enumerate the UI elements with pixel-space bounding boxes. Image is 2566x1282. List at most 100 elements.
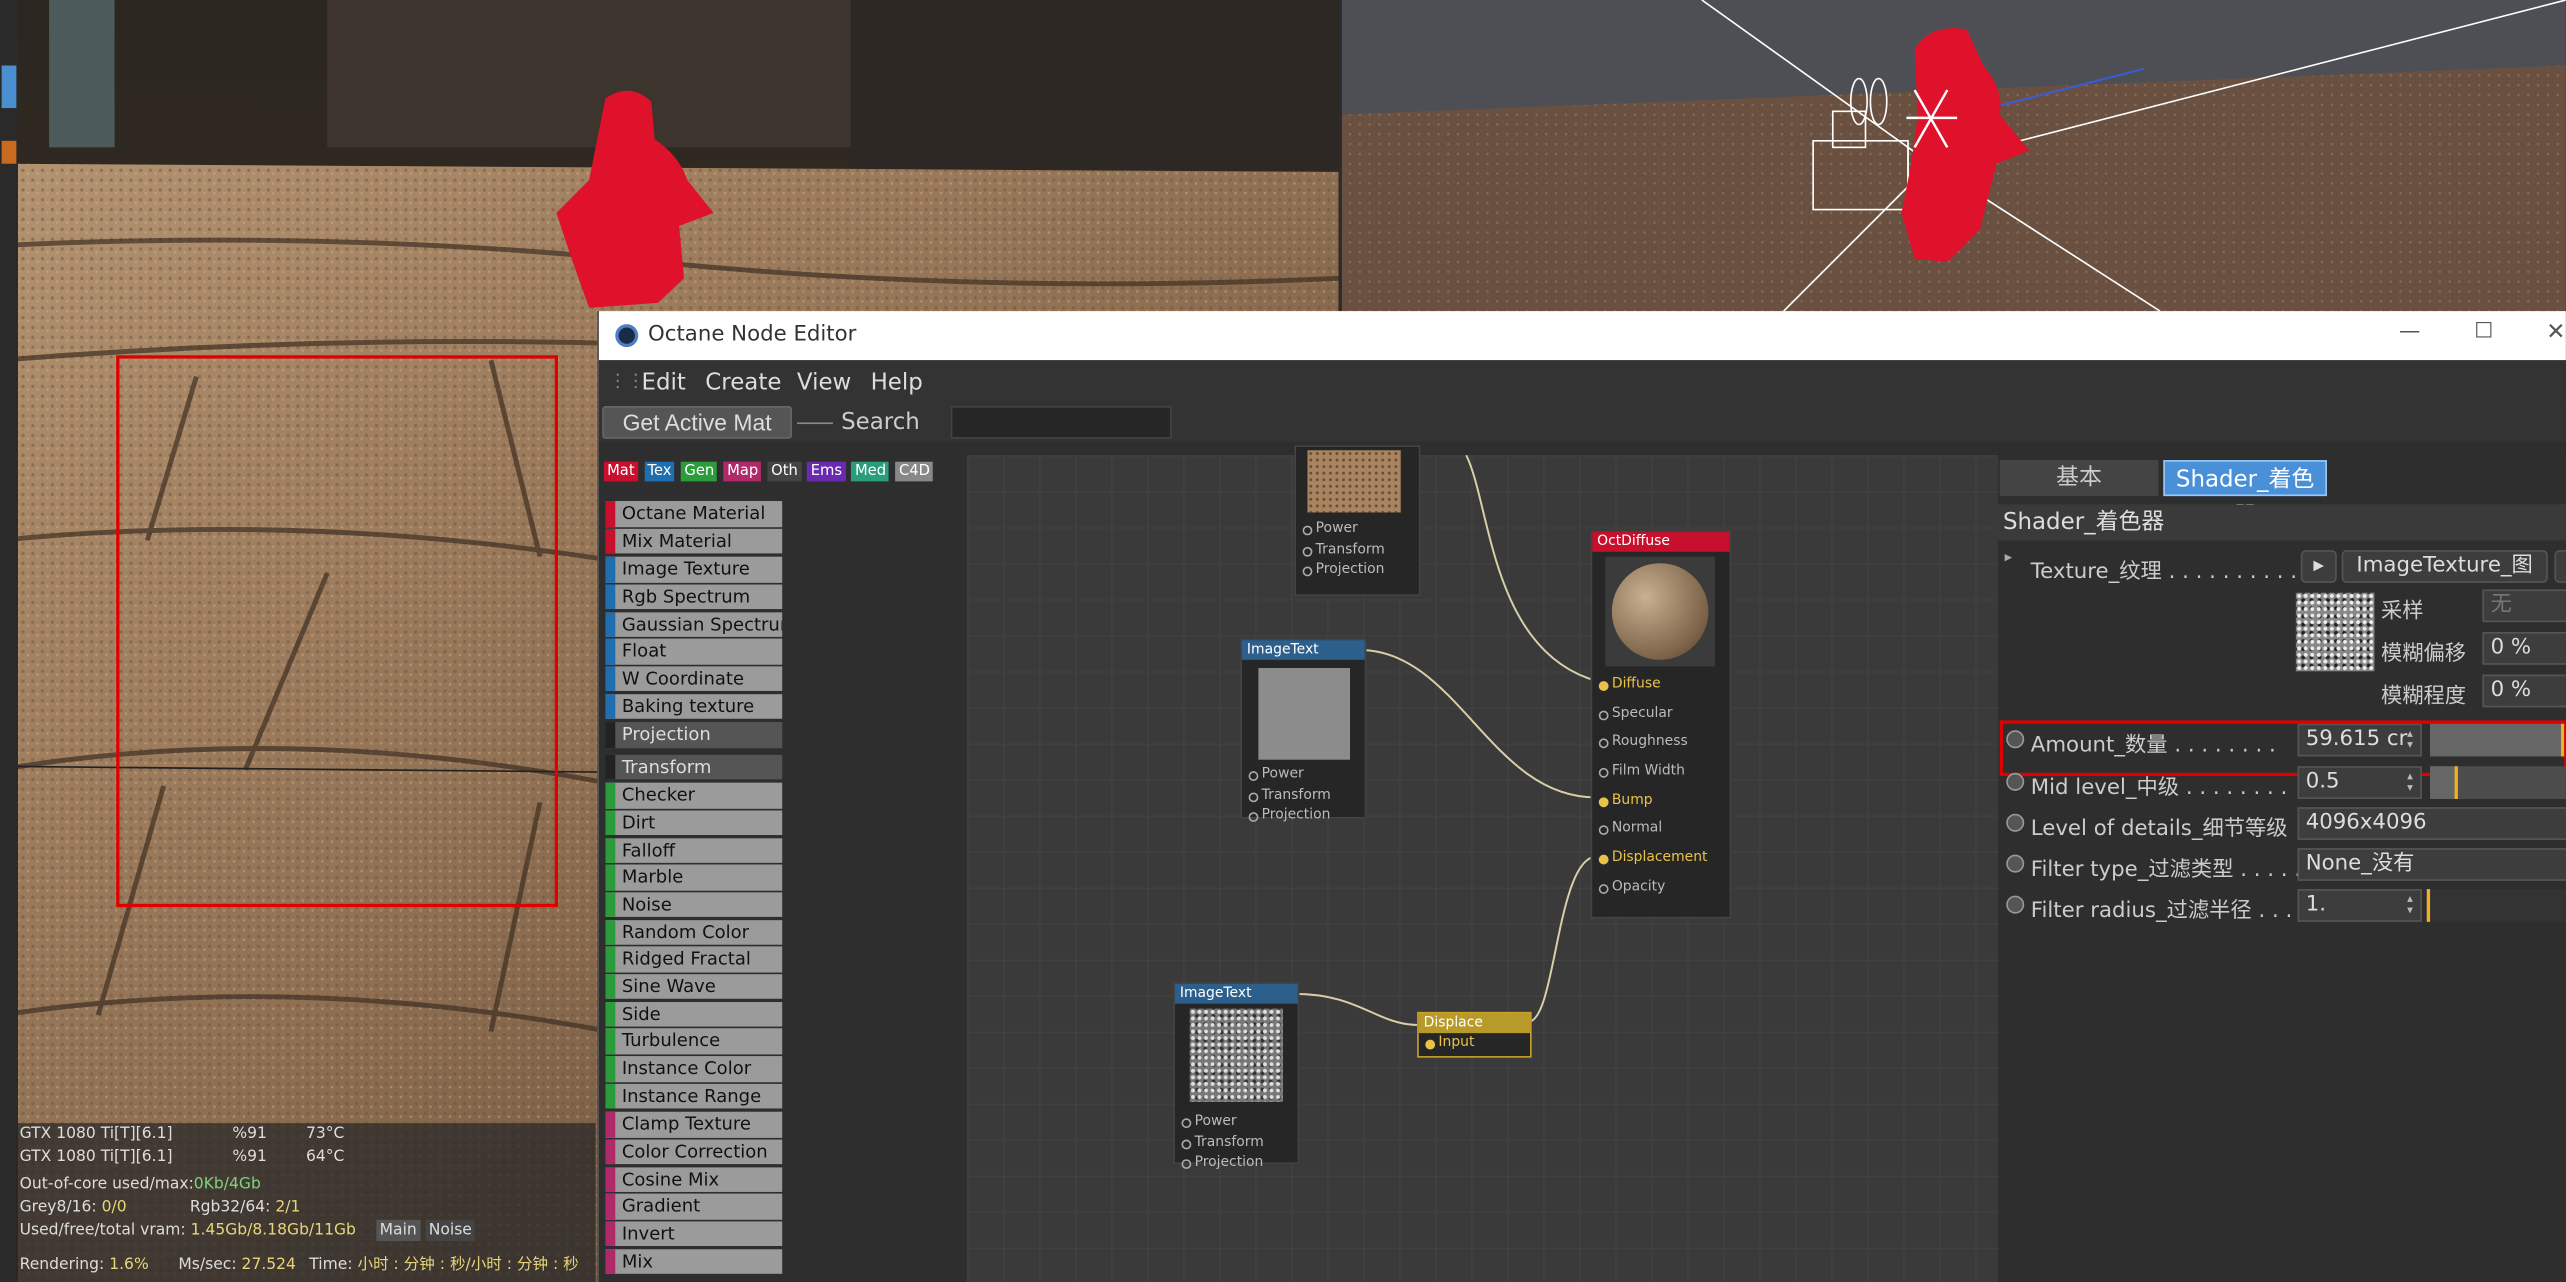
lod-dropdown[interactable]: 4096x4096 <box>2297 807 2566 840</box>
palette-item[interactable]: Ridged Fractal <box>605 946 783 973</box>
minimize-button[interactable]: — <box>2399 319 2420 344</box>
palette-item[interactable]: Noise <box>605 892 783 918</box>
palette-item[interactable]: Random Color <box>605 919 783 945</box>
palette-item[interactable]: Side <box>605 1001 783 1027</box>
toolbar-icon-b[interactable] <box>1 140 17 164</box>
port-opacity[interactable]: Opacity <box>1592 877 1733 906</box>
port-input[interactable]: Input <box>1419 1033 1530 1053</box>
palette-item[interactable]: Checker <box>605 782 783 809</box>
port-projection[interactable]: Projection <box>1296 560 1422 580</box>
expand-arrow-icon[interactable]: ▸ <box>2005 550 2012 566</box>
tab-gen[interactable]: Gen <box>681 461 718 482</box>
get-active-mat-button[interactable]: Get Active Mat <box>602 406 793 439</box>
displacement-node[interactable]: Displace Input <box>1417 1011 1532 1058</box>
rendering-value: 1.6% <box>109 1254 149 1274</box>
palette-item[interactable]: Instance Color <box>605 1056 783 1082</box>
port-projection[interactable]: Projection <box>1242 806 1368 826</box>
tab-c4d[interactable]: C4D <box>895 461 934 482</box>
tab-ems[interactable]: Ems <box>807 461 846 482</box>
close-button[interactable]: ✕ <box>2546 319 2565 345</box>
filter-type-radio[interactable] <box>2006 854 2025 873</box>
maximize-button[interactable]: ☐ <box>2474 319 2493 344</box>
palette-item[interactable]: Dirt <box>605 810 783 836</box>
gpu2-row: GTX 1080 Ti[T][6.1] %91 64°C <box>20 1146 593 1169</box>
node-canvas[interactable]: Power Transform Projection ImageText Pow… <box>967 445 1999 1282</box>
palette-item[interactable]: Turbulence <box>605 1028 783 1055</box>
port-projection[interactable]: Projection <box>1175 1153 1301 1173</box>
title-bar[interactable]: Octane Node Editor — ☐ ✕ <box>598 311 2566 361</box>
tab-main[interactable]: Main <box>376 1218 421 1242</box>
filter-radius-field[interactable]: 1. <box>2297 889 2422 922</box>
mid-level-field[interactable]: 0.5 <box>2297 766 2422 800</box>
image-texture-node-low[interactable]: ImageText Power Transform Projection <box>1173 982 1301 1171</box>
palette-item[interactable]: Color Correction <box>605 1139 783 1165</box>
texture-link-field[interactable]: ImageTexture_图 <box>2341 550 2548 583</box>
octane-diffuse-node[interactable]: OctDiffuse Diffuse Specular Roughness Fi… <box>1590 530 1733 919</box>
palette-item[interactable]: Cosine Mix <box>605 1166 783 1193</box>
palette-item[interactable]: Falloff <box>605 837 783 863</box>
menu-edit[interactable]: Edit <box>641 370 685 396</box>
tab-oth[interactable]: Oth <box>767 461 802 482</box>
mid-level-slider-handle[interactable] <box>2454 766 2458 800</box>
image-texture-node-mid[interactable]: ImageText Power Transform Projection <box>1240 638 1368 824</box>
filter-radius-spinner-icon[interactable]: ▴ ▾ <box>2407 893 2413 917</box>
palette-item[interactable]: Float <box>605 638 783 665</box>
blur-offset-field[interactable]: 0 % <box>2482 631 2566 665</box>
palette-item[interactable]: Gaussian Spectrum <box>605 611 783 638</box>
menu-help[interactable]: Help <box>871 370 923 396</box>
palette-item[interactable]: Image Texture <box>605 556 783 583</box>
palette-item[interactable]: Clamp Texture <box>605 1112 783 1138</box>
port-roughness[interactable]: Roughness <box>1592 732 1733 761</box>
palette-item[interactable]: Instance Range <box>605 1083 783 1109</box>
palette-item[interactable]: Mix <box>605 1248 783 1275</box>
tab-noise[interactable]: Noise <box>425 1218 476 1242</box>
filter-radius-slider[interactable] <box>2426 889 2566 922</box>
palette-item[interactable]: Projection <box>605 722 783 748</box>
mid-level-spinner-icon[interactable]: ▴ ▾ <box>2407 770 2413 794</box>
blur-degree-field[interactable]: 0 % <box>2482 674 2566 708</box>
tab-tex[interactable]: Tex <box>644 461 675 482</box>
filter-radius-radio[interactable] <box>2006 895 2025 914</box>
search-input[interactable] <box>950 406 1172 439</box>
port-bump[interactable]: Bump <box>1592 790 1733 819</box>
palette-item[interactable]: Baking texture <box>605 693 783 719</box>
palette-item[interactable]: Gradient <box>605 1194 783 1220</box>
port-power[interactable]: Power <box>1296 519 1422 539</box>
filter-type-dropdown[interactable]: None_没有 <box>2297 848 2566 881</box>
mid-level-slider[interactable] <box>2430 766 2566 800</box>
palette-item[interactable]: Transform <box>605 754 783 780</box>
port-transform[interactable]: Transform <box>1242 785 1368 805</box>
port-normal[interactable]: Normal <box>1592 819 1733 848</box>
texture-arrow-button[interactable]: ▸ <box>2300 550 2337 583</box>
editor-viewport[interactable] <box>1341 0 2566 312</box>
image-texture-node-top[interactable]: Power Transform Projection <box>1294 445 1422 596</box>
toolbar-icon-a[interactable] <box>1 65 17 109</box>
palette-item[interactable]: Marble <box>605 864 783 891</box>
filter-radius-slider-handle[interactable] <box>2426 889 2430 922</box>
port-power[interactable]: Power <box>1242 765 1368 785</box>
port-transform[interactable]: Transform <box>1175 1132 1301 1152</box>
menu-view[interactable]: View <box>797 370 851 396</box>
lod-radio[interactable] <box>2006 813 2025 832</box>
port-displacement[interactable]: Displacement <box>1592 848 1733 877</box>
palette-item[interactable]: Invert <box>605 1221 783 1247</box>
tab-med[interactable]: Med <box>851 461 890 482</box>
menu-create[interactable]: Create <box>705 370 781 396</box>
port-power[interactable]: Power <box>1175 1112 1301 1132</box>
port-specular[interactable]: Specular <box>1592 704 1733 733</box>
palette-item[interactable]: Mix Material <box>605 528 783 554</box>
port-diffuse[interactable]: Diffuse <box>1592 675 1733 704</box>
tab-basic[interactable]: 基本 <box>1999 460 2159 497</box>
tab-mat[interactable]: Mat <box>603 461 638 482</box>
port-film-width[interactable]: Film Width <box>1592 761 1733 790</box>
palette-item[interactable]: Octane Material <box>605 501 783 527</box>
texture-extra-button[interactable] <box>2554 550 2566 583</box>
mid-level-radio[interactable] <box>2006 772 2025 791</box>
tab-map[interactable]: Map <box>723 461 762 482</box>
tab-shader[interactable]: Shader_着色器 <box>2163 460 2327 529</box>
port-transform[interactable]: Transform <box>1296 539 1422 559</box>
palette-item[interactable]: Rgb Spectrum <box>605 584 783 610</box>
palette-item[interactable]: W Coordinate <box>605 666 783 692</box>
palette-item[interactable]: Sine Wave <box>605 974 783 1000</box>
sampling-field[interactable]: 无 <box>2482 589 2566 623</box>
